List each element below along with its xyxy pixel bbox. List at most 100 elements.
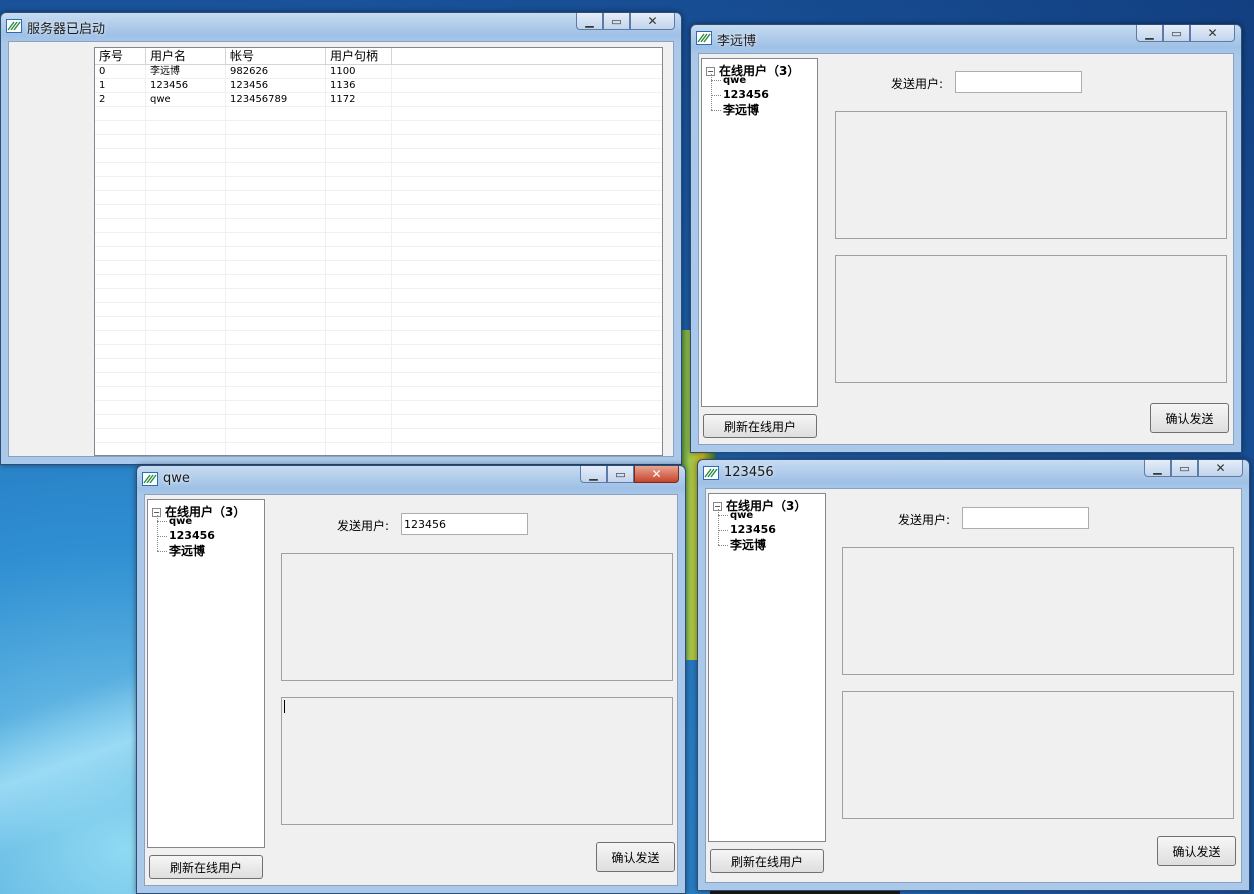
online-users-tree[interactable]: − 在线用户（3） qwe 123456 李远博 xyxy=(701,58,818,407)
minimize-button[interactable]: ▁ xyxy=(1144,460,1171,477)
client-titlebar[interactable]: 123456 ▁ ▭ ✕ xyxy=(698,460,1249,486)
table-row[interactable]: 1 123456 123456 1136 xyxy=(95,79,662,93)
minimize-button[interactable]: ▁ xyxy=(576,13,603,30)
table-cell xyxy=(146,149,226,162)
confirm-send-button[interactable]: 确认发送 xyxy=(596,842,675,872)
table-cell xyxy=(392,443,662,455)
refresh-online-users-button[interactable]: 刷新在线用户 xyxy=(710,849,824,873)
minimize-button[interactable]: ▁ xyxy=(1136,25,1163,42)
close-icon: ✕ xyxy=(651,467,662,481)
window-title: 服务器已启动 xyxy=(27,22,106,37)
client-titlebar[interactable]: 李远博 ▁ ▭ ✕ xyxy=(691,25,1241,51)
column-header-account[interactable]: 帐号 xyxy=(226,48,326,64)
table-cell xyxy=(226,289,326,302)
table-cell xyxy=(326,401,392,414)
close-button[interactable]: ✕ xyxy=(634,466,679,483)
table-cell xyxy=(226,261,326,274)
table-row[interactable]: 2 qwe 123456789 1172 xyxy=(95,93,662,107)
maximize-button[interactable]: ▭ xyxy=(603,13,630,30)
table-row-empty xyxy=(95,233,662,247)
tree-item-user[interactable]: 李远博 xyxy=(718,536,766,553)
online-users-tree[interactable]: − 在线用户（3） qwe 123456 李远博 xyxy=(708,493,826,842)
minimize-button[interactable]: ▁ xyxy=(580,466,607,483)
table-cell xyxy=(226,205,326,218)
tree-item-user[interactable]: 李远博 xyxy=(711,101,759,118)
table-cell xyxy=(226,219,326,232)
table-cell xyxy=(326,387,392,400)
maximize-button[interactable]: ▭ xyxy=(607,466,634,483)
refresh-online-users-button[interactable]: 刷新在线用户 xyxy=(149,855,263,879)
table-cell xyxy=(146,429,226,442)
server-window: 服务器已启动 ▁ ▭ ✕ 序号 用户名 帐号 用户句柄 0 李远博 982626 11… xyxy=(0,12,682,465)
table-row-empty xyxy=(95,247,662,261)
table-cell: 982626 xyxy=(226,65,326,78)
server-titlebar[interactable]: 服务器已启动 ▁ ▭ ✕ xyxy=(1,13,681,39)
message-display-area[interactable] xyxy=(842,547,1234,675)
minimize-icon: ▁ xyxy=(589,467,598,481)
table-cell xyxy=(226,443,326,455)
maximize-button[interactable]: ▭ xyxy=(1163,25,1190,42)
table-cell xyxy=(392,219,662,232)
tree-item-user[interactable]: qwe xyxy=(718,510,753,521)
tree-item-user[interactable]: 李远博 xyxy=(157,542,205,559)
column-header-username[interactable]: 用户名 xyxy=(146,48,226,64)
table-cell xyxy=(226,163,326,176)
message-compose-area[interactable] xyxy=(281,697,673,825)
send-user-label: 发送用户: xyxy=(337,519,390,533)
table-row-empty xyxy=(95,317,662,331)
table-row[interactable]: 0 李远博 982626 1100 xyxy=(95,65,662,79)
tree-item-user[interactable]: 123456 xyxy=(157,529,215,542)
table-cell xyxy=(146,289,226,302)
table-cell xyxy=(326,191,392,204)
column-header-filler xyxy=(392,48,662,64)
table-cell xyxy=(95,275,146,288)
table-row-empty xyxy=(95,401,662,415)
message-compose-area[interactable] xyxy=(835,255,1227,383)
table-cell xyxy=(392,163,662,176)
user-list-view[interactable]: 序号 用户名 帐号 用户句柄 0 李远博 982626 1100 1 123456 1234… xyxy=(94,47,663,456)
table-cell xyxy=(326,345,392,358)
close-button[interactable]: ✕ xyxy=(630,13,675,30)
table-row-empty xyxy=(95,359,662,373)
tree-item-user[interactable]: 123456 xyxy=(718,523,776,536)
table-cell xyxy=(326,135,392,148)
table-row-empty xyxy=(95,429,662,443)
close-button[interactable]: ✕ xyxy=(1198,460,1243,477)
table-cell xyxy=(326,429,392,442)
table-cell xyxy=(95,303,146,316)
minimize-icon: ▁ xyxy=(1153,461,1162,475)
table-cell xyxy=(95,163,146,176)
send-user-input[interactable] xyxy=(962,507,1089,529)
confirm-send-button[interactable]: 确认发送 xyxy=(1150,403,1229,433)
window-title: qwe xyxy=(163,471,190,486)
table-cell xyxy=(146,345,226,358)
table-cell xyxy=(226,191,326,204)
send-user-input[interactable] xyxy=(955,71,1082,93)
message-compose-area[interactable] xyxy=(842,691,1234,819)
tree-item-user[interactable]: qwe xyxy=(157,516,192,527)
confirm-send-button[interactable]: 确认发送 xyxy=(1157,836,1236,866)
client-titlebar[interactable]: qwe ▁ ▭ ✕ xyxy=(137,466,685,492)
table-cell xyxy=(95,219,146,232)
table-cell xyxy=(392,387,662,400)
table-cell xyxy=(326,443,392,455)
maximize-button[interactable]: ▭ xyxy=(1171,460,1198,477)
table-cell xyxy=(226,429,326,442)
table-cell xyxy=(392,331,662,344)
tree-item-user[interactable]: qwe xyxy=(711,75,746,86)
close-button[interactable]: ✕ xyxy=(1190,25,1235,42)
table-cell xyxy=(95,317,146,330)
table-cell xyxy=(392,247,662,260)
send-user-input[interactable] xyxy=(401,513,528,535)
table-cell xyxy=(146,373,226,386)
table-row-empty xyxy=(95,331,662,345)
text-cursor xyxy=(284,700,285,713)
online-users-tree[interactable]: − 在线用户（3） qwe 123456 李远博 xyxy=(147,499,265,848)
column-header-handle[interactable]: 用户句柄 xyxy=(326,48,392,64)
message-display-area[interactable] xyxy=(835,111,1227,239)
tree-item-user[interactable]: 123456 xyxy=(711,88,769,101)
client-area: −在线用户（3） qwe 123456 李远博 刷新在线用户 发送用户: 确认发… xyxy=(705,488,1242,883)
refresh-online-users-button[interactable]: 刷新在线用户 xyxy=(703,414,817,438)
column-header-index[interactable]: 序号 xyxy=(95,48,146,64)
message-display-area[interactable] xyxy=(281,553,673,681)
